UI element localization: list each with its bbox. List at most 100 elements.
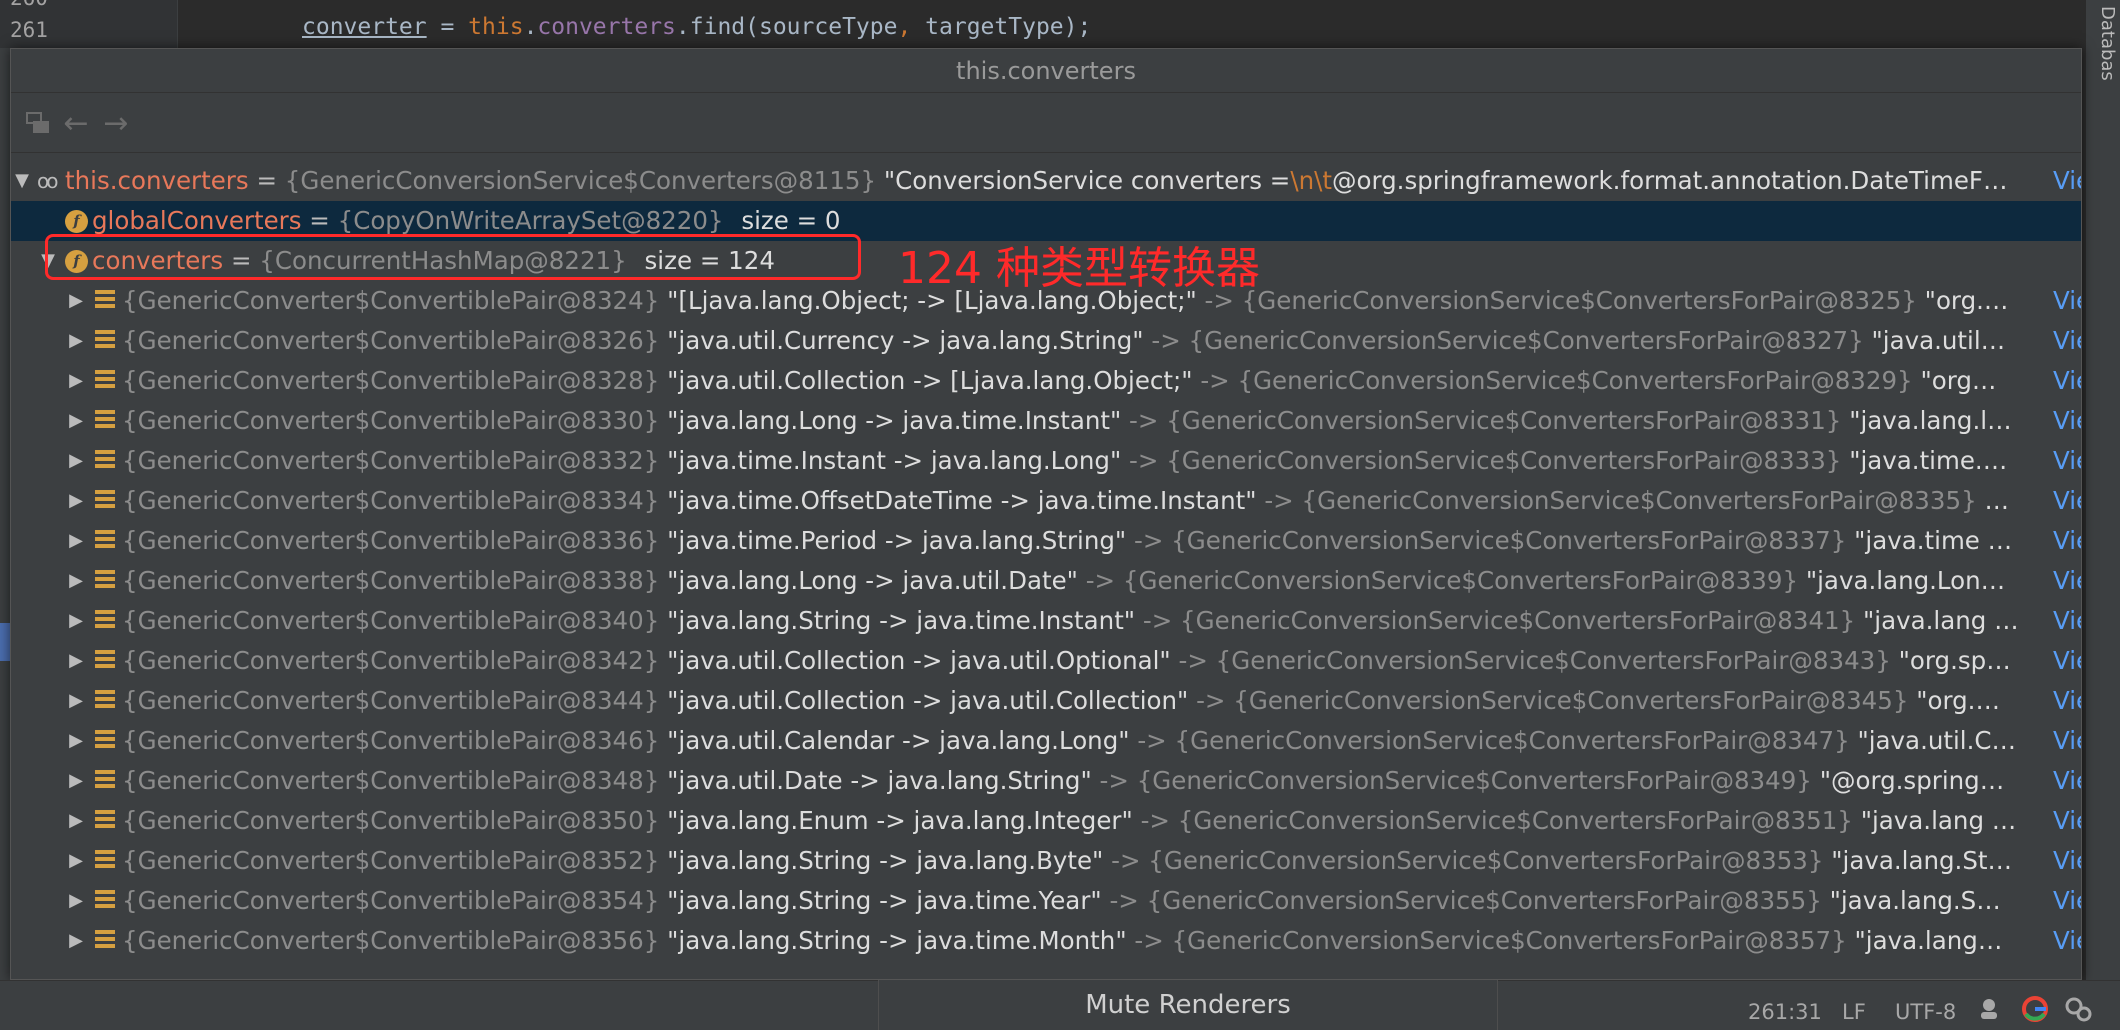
- left-panel-tab[interactable]: [0, 623, 10, 661]
- view-link[interactable]: View: [2053, 441, 2081, 481]
- expand-triangle-icon[interactable]: ▶: [65, 921, 87, 961]
- expand-triangle-icon[interactable]: ▶: [65, 561, 87, 601]
- expand-triangle-icon[interactable]: ▶: [65, 601, 87, 641]
- entry-arrow: ->: [1140, 806, 1170, 835]
- entry-value: {GenericConversionService$ConvertersForP…: [1177, 806, 1853, 835]
- view-link[interactable]: View: [2053, 881, 2081, 921]
- root-name: this.converters: [65, 166, 249, 195]
- entry-pair: "java.lang.String -> java.time.Year": [667, 886, 1102, 915]
- expand-triangle-icon[interactable]: ▶: [65, 681, 87, 721]
- entry-list-icon: [95, 410, 115, 432]
- view-link[interactable]: View: [2053, 761, 2081, 801]
- expand-triangle-icon[interactable]: ▶: [65, 361, 87, 401]
- expand-triangle-icon[interactable]: ▶: [65, 521, 87, 561]
- tree-row-entry[interactable]: ▶ {GenericConverter$ConvertiblePair@8330}…: [11, 401, 2081, 441]
- code-editor[interactable]: 260 261 converter = this.converters.find…: [0, 0, 2120, 50]
- entry-text: {GenericConverter$ConvertiblePair@8330} …: [122, 401, 2040, 441]
- inspector-icon[interactable]: [23, 107, 57, 141]
- annotation-label: 124 种类型转换器: [898, 243, 1260, 294]
- entry-pair: "java.util.Currency -> java.lang.String": [667, 326, 1144, 355]
- view-link[interactable]: View: [2053, 401, 2081, 441]
- tree-row-entry[interactable]: ▶ {GenericConverter$ConvertiblePair@8354}…: [11, 881, 2081, 921]
- tree-row-root[interactable]: ▼ oo this.converters = {GenericConversio…: [11, 161, 2081, 201]
- inspector-icon[interactable]: [1976, 996, 2002, 1027]
- tree-row-entry[interactable]: ▶ {GenericConverter$ConvertiblePair@8356}…: [11, 921, 2081, 961]
- entry-text: {GenericConverter$ConvertiblePair@8328} …: [122, 361, 2040, 401]
- tree-row-entry[interactable]: ▶ {GenericConverter$ConvertiblePair@8334}…: [11, 481, 2081, 521]
- view-link[interactable]: View: [2053, 641, 2081, 681]
- entry-tail: "java.lang.Str…: [1820, 966, 2011, 969]
- entry-key: {GenericConverter$ConvertiblePair@8346}: [122, 726, 660, 755]
- view-link[interactable]: View: [2053, 561, 2081, 601]
- root-eq: =: [248, 166, 285, 195]
- entry-tail: "java.lang.Lon…: [1805, 566, 2006, 595]
- entry-list-icon: [95, 530, 115, 552]
- expand-triangle-icon[interactable]: ▶: [65, 881, 87, 921]
- tree-row-entry[interactable]: ▶ {GenericConverter$ConvertiblePair@8346}…: [11, 721, 2081, 761]
- view-link[interactable]: View: [2053, 921, 2081, 961]
- view-link[interactable]: View: [2053, 601, 2081, 641]
- expand-triangle-icon[interactable]: ▶: [65, 481, 87, 521]
- expand-triangle-icon[interactable]: ▶: [65, 641, 87, 681]
- view-link[interactable]: View: [2053, 801, 2081, 841]
- entry-key: {GenericConverter$ConvertiblePair@8340}: [122, 606, 660, 635]
- entry-value: {GenericConversionService$ConvertersForP…: [1166, 446, 1842, 475]
- tree-row-entry[interactable]: ▶ {GenericConverter$ConvertiblePair@8340}…: [11, 601, 2081, 641]
- tree-row-entry[interactable]: ▶ {GenericConverter$ConvertiblePair@8342}…: [11, 641, 2081, 681]
- entry-key: {GenericConverter$ConvertiblePair@8330}: [122, 406, 660, 435]
- entry-pair: "java.time.Period -> java.lang.String": [667, 526, 1127, 555]
- expand-triangle-icon[interactable]: ▶: [65, 801, 87, 841]
- view-link[interactable]: View: [2053, 681, 2081, 721]
- tree-row-entry[interactable]: ▶ {GenericConverter$ConvertiblePair@8358}…: [11, 961, 2081, 969]
- collapse-triangle-icon[interactable]: ▼: [11, 161, 33, 201]
- entry-value: {GenericConversionService$ConvertersForP…: [1301, 486, 1977, 515]
- tree-row-entry[interactable]: ▶ {GenericConverter$ConvertiblePair@8344}…: [11, 681, 2081, 721]
- tree-row-entry[interactable]: ▶ {GenericConverter$ConvertiblePair@8332}…: [11, 441, 2081, 481]
- entry-key: {GenericConverter$ConvertiblePair@8356}: [122, 926, 660, 955]
- tree-row-entry[interactable]: ▶ {GenericConverter$ConvertiblePair@8338}…: [11, 561, 2081, 601]
- view-link[interactable]: View: [2053, 841, 2081, 881]
- database-tab[interactable]: Databas: [2097, 6, 2118, 81]
- view-link[interactable]: View: [2053, 281, 2081, 321]
- view-link[interactable]: View: [2053, 721, 2081, 761]
- view-link[interactable]: View: [2053, 321, 2081, 361]
- tree-row-entry[interactable]: ▶ {GenericConverter$ConvertiblePair@8328}…: [11, 361, 2081, 401]
- expand-triangle-icon[interactable]: ▶: [65, 761, 87, 801]
- expand-triangle-icon[interactable]: ▶: [65, 321, 87, 361]
- entry-value: {GenericConversionService$ConvertersForP…: [1166, 406, 1842, 435]
- expand-triangle-icon[interactable]: ▶: [65, 841, 87, 881]
- view-link[interactable]: View: [2053, 361, 2081, 401]
- mute-renderers-button[interactable]: Mute Renderers: [878, 980, 1498, 1030]
- tree-row-entry[interactable]: ▶ {GenericConverter$ConvertiblePair@8352}…: [11, 841, 2081, 881]
- caret-position[interactable]: 261:31: [1748, 1000, 1822, 1024]
- line-separator[interactable]: LF: [1842, 1000, 1866, 1024]
- expand-triangle-icon[interactable]: ▶: [65, 441, 87, 481]
- entry-tail: "java.lang…: [1854, 926, 2003, 955]
- code-line[interactable]: converter = this.converters.find(sourceT…: [302, 14, 1091, 40]
- view-link[interactable]: View: [2053, 161, 2081, 201]
- entry-key: {GenericConverter$ConvertiblePair@8336}: [122, 526, 660, 555]
- tree-row-entry[interactable]: ▶ {GenericConverter$ConvertiblePair@8326}…: [11, 321, 2081, 361]
- tree-row-entry[interactable]: ▶ {GenericConverter$ConvertiblePair@8348}…: [11, 761, 2081, 801]
- entry-text: {GenericConverter$ConvertiblePair@8340} …: [122, 601, 2040, 641]
- expand-triangle-icon[interactable]: ▶: [65, 961, 87, 969]
- expand-triangle-icon[interactable]: ▶: [65, 281, 87, 321]
- code-call: .find(sourceType: [675, 14, 898, 40]
- event-log-icon[interactable]: [2064, 996, 2092, 1027]
- entry-tail: "org.…: [1924, 286, 2009, 315]
- entry-list-icon: [95, 690, 115, 712]
- tree-row-entry[interactable]: ▶ {GenericConverter$ConvertiblePair@8336}…: [11, 521, 2081, 561]
- expand-triangle-icon[interactable]: ▶: [65, 721, 87, 761]
- expand-triangle-icon[interactable]: ▶: [65, 401, 87, 441]
- file-encoding[interactable]: UTF-8: [1895, 1000, 1956, 1024]
- view-link[interactable]: View: [2053, 961, 2081, 969]
- view-link[interactable]: View: [2053, 521, 2081, 561]
- google-icon[interactable]: [2022, 996, 2048, 1027]
- entry-tail: "java.lang.l…: [1849, 406, 2012, 435]
- view-link[interactable]: View: [2053, 481, 2081, 521]
- entry-key: {GenericConverter$ConvertiblePair@8338}: [122, 566, 660, 595]
- back-button[interactable]: ←: [59, 107, 93, 141]
- forward-button[interactable]: →: [99, 107, 133, 141]
- tree-row-entry[interactable]: ▶ {GenericConverter$ConvertiblePair@8350}…: [11, 801, 2081, 841]
- entry-list-icon: [95, 290, 115, 312]
